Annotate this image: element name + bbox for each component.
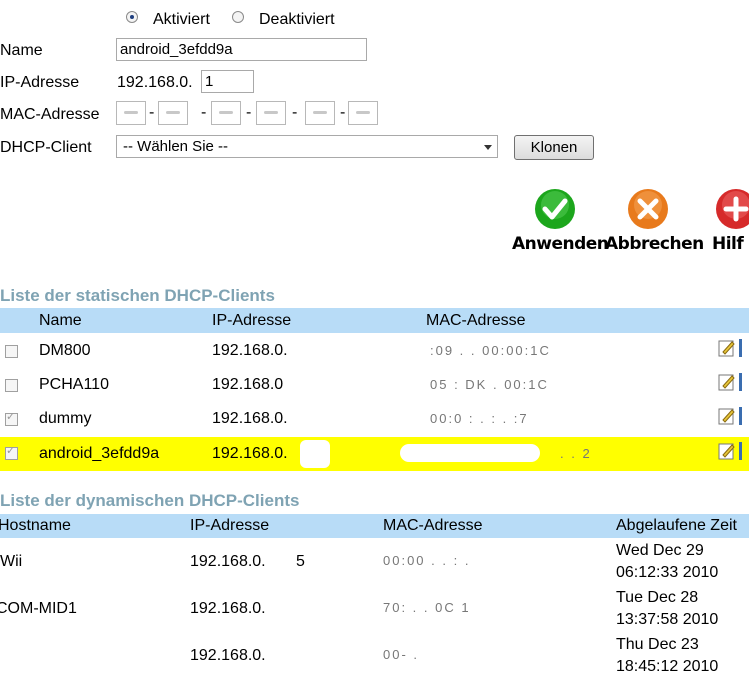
mac-field-3[interactable] [211,101,241,125]
name-label: Name [0,42,43,59]
client-mac: 05 : DK . 00:1C [430,377,549,392]
deactivated-label: Deaktiviert [259,11,335,28]
client-ip-tail: 5 [296,553,305,570]
mac-separator: - [292,104,298,121]
dynamic-header-expires: Abgelaufene Zeit [616,517,737,534]
mac-separator: - [246,104,252,121]
dynamic-header-mac: MAC-Adresse [383,517,483,534]
dhcp-client-label: DHCP-Client [0,139,92,156]
expires-date: Wed Dec 29 [616,542,704,559]
activated-radio[interactable] [126,11,138,23]
delete-icon[interactable] [739,407,749,425]
expires-date: Thu Dec 23 [616,636,699,653]
dynamic-header-hostname: Hostname [0,517,71,534]
dhcp-client-select[interactable]: -- Wählen Sie -- [116,135,498,158]
client-mac: 70: . . 0C 1 [383,600,471,615]
row-checkbox[interactable] [5,345,18,358]
mac-field-2[interactable] [158,101,188,125]
apply-check-icon[interactable] [534,188,576,230]
hostname: COM-MID1 [0,600,77,617]
apply-button-label[interactable]: Anwenden [512,234,609,254]
client-ip: 192.168.0 [212,376,284,393]
expires-date: Tue Dec 28 [616,589,699,606]
delete-icon[interactable] [739,339,749,357]
edit-icon[interactable] [718,442,736,460]
static-clients-title: Liste der statischen DHCP-Clients [0,286,275,305]
client-ip: 192.168.0. [212,445,288,462]
ip-last-octet-field[interactable]: 1 [201,70,254,93]
client-mac: 00:00 . . : . [383,553,471,568]
client-ip: 192.168.0. [190,600,266,617]
client-mac: 00:0 : . : . :7 [430,411,529,426]
expires-time: 13:37:58 2010 [616,611,719,628]
client-name: DM800 [39,342,91,359]
expires-time: 06:12:33 2010 [616,564,719,581]
mac-field-6[interactable] [348,101,378,125]
client-ip: 192.168.0. [212,410,288,427]
clone-button[interactable]: Klonen [514,135,594,160]
mac-label: MAC-Adresse [0,106,100,123]
hostname: Wii [0,553,23,570]
cancel-x-icon[interactable] [627,188,669,230]
dhcp-client-selected-value: -- Wählen Sie -- [123,138,229,155]
mac-field-1[interactable] [116,101,146,125]
mac-separator: - [340,104,346,121]
client-mac: :09 . . 00:00:1C [430,343,551,358]
edit-icon[interactable] [718,373,736,391]
client-name: android_3efdd9a [39,445,160,462]
mac-field-5[interactable] [305,101,335,125]
edit-icon[interactable] [718,339,736,357]
deactivated-radio[interactable] [232,11,244,23]
activated-label: Aktiviert [153,11,210,28]
ip-label: IP-Adresse [0,74,80,91]
row-checkbox[interactable] [5,444,18,460]
static-header-name: Name [39,312,82,329]
client-name: PCHA110 [39,376,109,393]
help-button-label[interactable]: Hilf [712,234,744,254]
mac-field-4[interactable] [256,101,286,125]
expires-time: 18:45:12 2010 [616,658,719,675]
mac-separator: - [149,104,155,121]
delete-icon[interactable] [739,373,749,391]
dynamic-header-ip: IP-Adresse [190,517,270,534]
name-field[interactable]: android_3efdd9a [116,38,367,61]
redaction-mark [400,444,540,462]
static-header-mac: MAC-Adresse [426,312,526,329]
static-header-ip: IP-Adresse [212,312,292,329]
client-mac: . . 2 [560,446,592,461]
dynamic-clients-title: Liste der dynamischen DHCP-Clients [0,491,300,510]
edit-icon[interactable] [718,407,736,425]
row-checkbox[interactable] [5,410,18,426]
cancel-button-label[interactable]: Abbrechen [605,234,704,254]
chevron-down-icon [484,145,492,150]
client-mac: 00- . [383,647,420,662]
static-table-header [0,308,749,333]
client-ip: 192.168.0. [190,647,266,664]
help-plus-icon[interactable] [715,188,749,230]
row-checkbox[interactable] [5,379,18,392]
client-ip: 192.168.0. [212,342,288,359]
client-name: dummy [39,410,92,427]
delete-icon[interactable] [739,442,749,460]
ip-prefix: 192.168.0. [117,74,193,91]
mac-separator: - [201,104,207,121]
redaction-mark [300,440,330,468]
client-ip: 192.168.0. [190,553,266,570]
